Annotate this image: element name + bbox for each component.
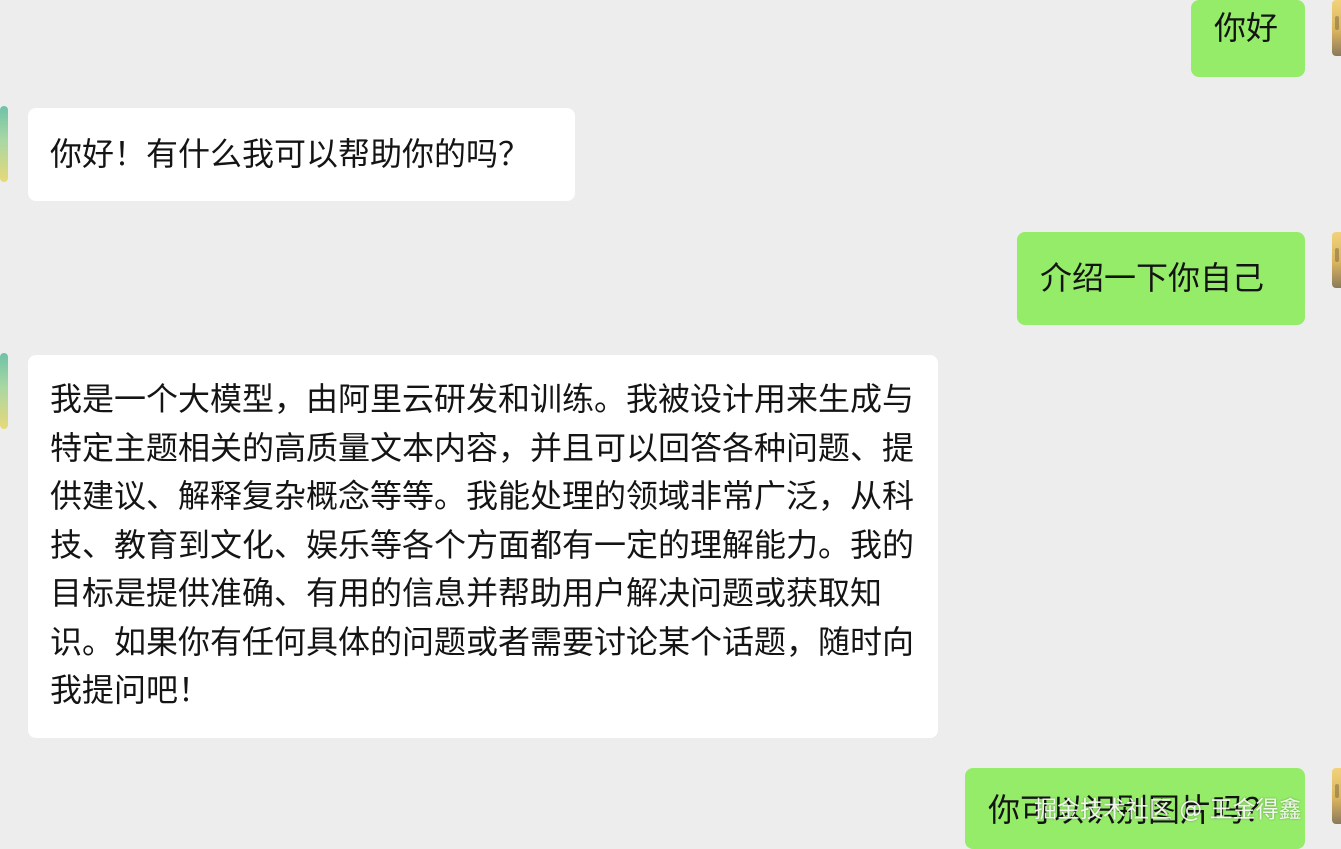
message-bubble-bot-2[interactable]: 我是一个大模型，由阿里云研发和训练。我被设计用来生成与特定主题相关的高质量文本内… [28, 355, 938, 738]
message-bot-2: 我是一个大模型，由阿里云研发和训练。我被设计用来生成与特定主题相关的高质量文本内… [28, 355, 938, 738]
message-user-1: 你好 [1191, 0, 1305, 77]
bot-avatar-icon[interactable] [0, 353, 8, 429]
message-bubble-user-3[interactable]: 你可以识别图片吗？ [965, 768, 1305, 849]
message-bubble-user-1[interactable]: 你好 [1191, 0, 1305, 77]
message-bubble-user-2[interactable]: 介绍一下你自己 [1017, 232, 1305, 325]
message-user-3: 你可以识别图片吗？ [965, 768, 1305, 849]
bot-avatar-icon[interactable] [0, 106, 8, 182]
chat-window: 你好 你好！有什么我可以帮助你的吗？ 介绍一下你自己 我是一个大模型，由阿里云研… [0, 0, 1341, 849]
user-avatar-icon[interactable] [1332, 232, 1341, 288]
message-user-2: 介绍一下你自己 [1017, 232, 1305, 325]
message-bot-1: 你好！有什么我可以帮助你的吗？ [28, 108, 575, 201]
message-bubble-bot-1[interactable]: 你好！有什么我可以帮助你的吗？ [28, 108, 575, 201]
user-avatar-icon[interactable] [1332, 768, 1341, 824]
user-avatar-icon[interactable] [1332, 0, 1341, 56]
